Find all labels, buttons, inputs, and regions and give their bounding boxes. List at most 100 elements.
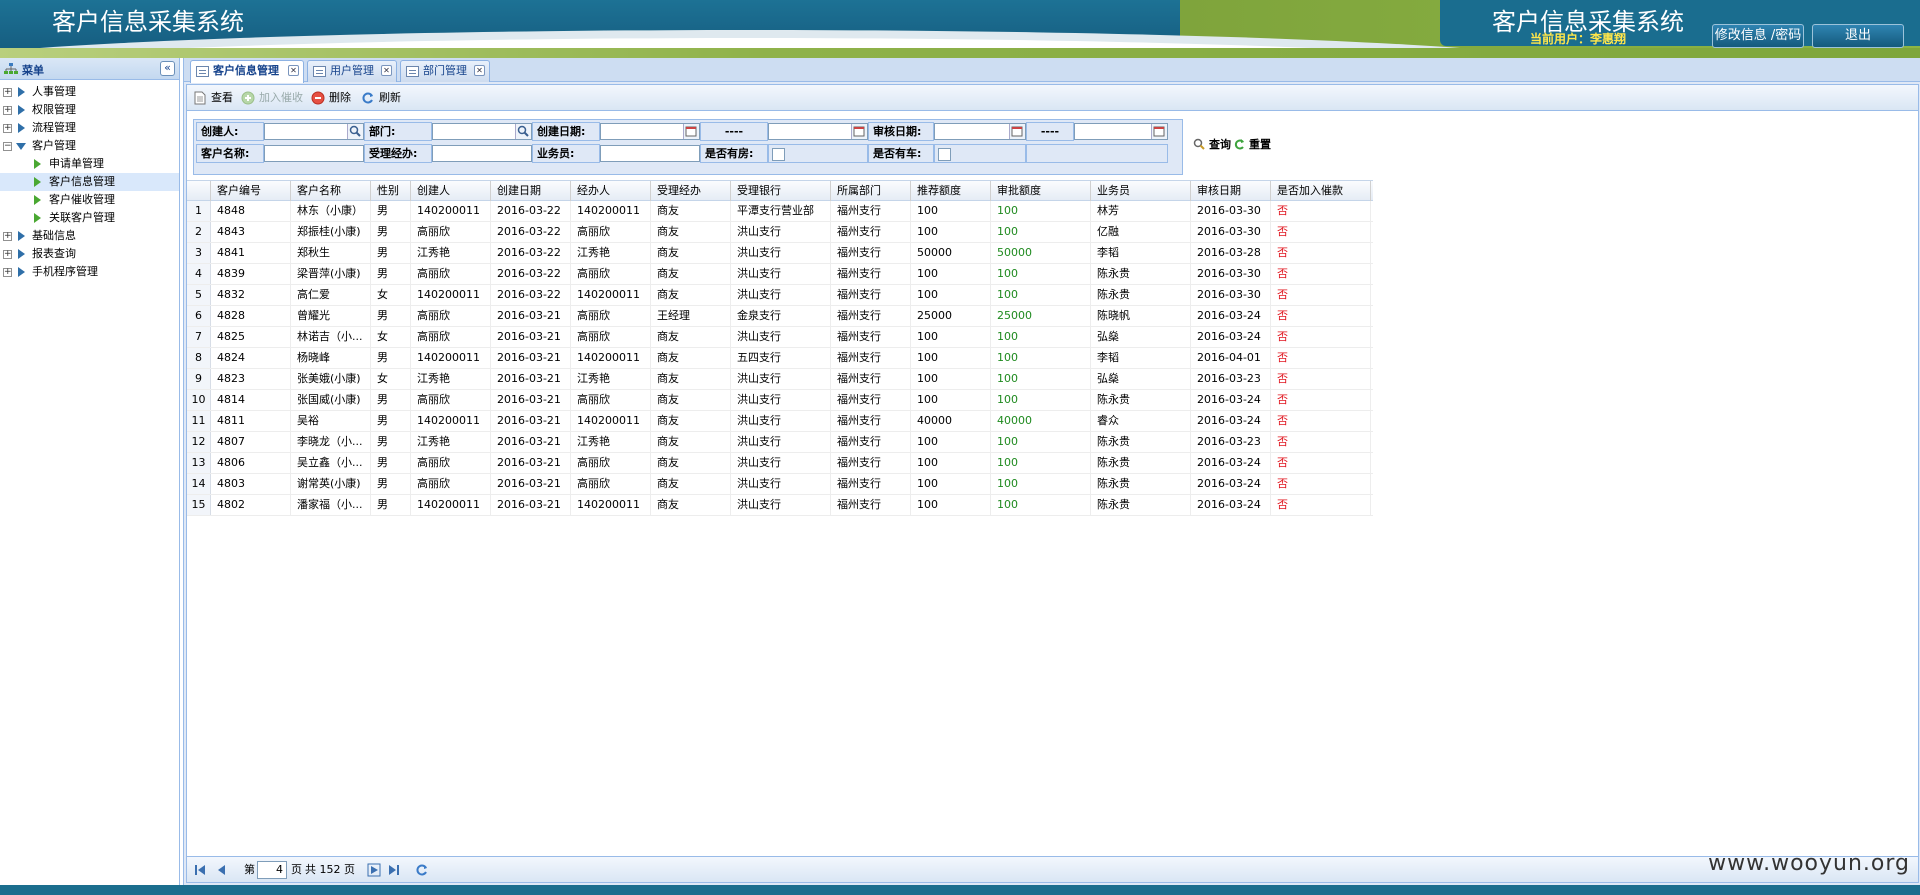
calendar-icon[interactable] bbox=[683, 124, 699, 139]
reset-button[interactable]: 重置 bbox=[1233, 138, 1271, 152]
close-icon[interactable]: ✕ bbox=[474, 65, 485, 76]
has-car-checkbox[interactable] bbox=[938, 148, 951, 161]
close-icon[interactable]: ✕ bbox=[288, 65, 299, 76]
column-header[interactable]: 是否加入催款 bbox=[1271, 181, 1371, 201]
column-header[interactable]: 业务员 bbox=[1091, 181, 1191, 201]
next-page-icon[interactable] bbox=[367, 863, 381, 877]
column-header[interactable]: 推荐额度 bbox=[911, 181, 991, 201]
add-collection-button[interactable]: 加入催收 bbox=[241, 90, 303, 106]
table-row[interactable]: 13 4806 吴立鑫（小... 男高丽欣 2016-03-21 高丽欣 商友 洪山支行 福州支… bbox=[187, 453, 1373, 474]
column-header[interactable]: 创建人 bbox=[411, 181, 491, 201]
expand-icon[interactable]: + bbox=[3, 268, 12, 277]
column-header[interactable]: 所属部门 bbox=[831, 181, 911, 201]
table-row[interactable]: 4 4839 梁晋萍(小康) 男高丽欣 2016-03-22 高丽欣 商友 洪山支行 福州支行 1… bbox=[187, 264, 1373, 285]
column-header[interactable]: 受理银行 bbox=[731, 181, 831, 201]
table-cell: 否 bbox=[1271, 201, 1371, 221]
modify-info-button[interactable]: 修改信息 /密码 bbox=[1712, 24, 1804, 48]
calendar-icon[interactable] bbox=[1009, 124, 1025, 139]
sidebar-item-process[interactable]: + 流程管理 bbox=[0, 119, 179, 137]
column-header[interactable]: 客户名称 bbox=[291, 181, 371, 201]
refresh-button[interactable]: 刷新 bbox=[361, 90, 401, 106]
expand-icon[interactable]: + bbox=[3, 232, 12, 241]
sidebar-item-collection[interactable]: 客户催收管理 bbox=[0, 191, 179, 209]
tab-department-management[interactable]: 部门管理 ✕ bbox=[400, 60, 490, 82]
sidebar-item-permission[interactable]: + 权限管理 bbox=[0, 101, 179, 119]
search-icon[interactable] bbox=[347, 124, 363, 139]
collapse-icon[interactable]: − bbox=[3, 142, 12, 151]
column-header[interactable]: 客户编号 bbox=[211, 181, 291, 201]
tab-user-management[interactable]: 用户管理 ✕ bbox=[307, 60, 397, 82]
table-row[interactable]: 14 4803 谢常英(小康) 男高丽欣 2016-03-21 高丽欣 商友 洪山支行 福州支行… bbox=[187, 474, 1373, 495]
sidebar-item-mobile[interactable]: + 手机程序管理 bbox=[0, 263, 179, 281]
sidebar-item-basic-info[interactable]: + 基础信息 bbox=[0, 227, 179, 245]
view-label: 查看 bbox=[211, 91, 233, 104]
table-row[interactable]: 7 4825 林诺吉（小... 女高丽欣 2016-03-21 高丽欣 商友 洪山支行 福州支行… bbox=[187, 327, 1373, 348]
table-cell: 高丽欣 bbox=[411, 306, 491, 326]
has-house-checkbox[interactable] bbox=[772, 148, 785, 161]
table-cell: 2016-03-30 bbox=[1191, 285, 1271, 305]
column-header[interactable]: 经办人 bbox=[571, 181, 651, 201]
collapse-sidebar-button[interactable]: « bbox=[160, 61, 175, 76]
creator-input[interactable] bbox=[264, 123, 364, 140]
create-date-to-input[interactable] bbox=[768, 123, 868, 140]
column-header[interactable]: 性别 bbox=[371, 181, 411, 201]
search-button[interactable]: 查询 bbox=[1193, 138, 1231, 152]
column-header[interactable]: 审批额度 bbox=[991, 181, 1091, 201]
handler-input[interactable] bbox=[432, 145, 532, 162]
sidebar-item-customer-info[interactable]: 客户信息管理 bbox=[0, 173, 179, 191]
column-header[interactable]: 审核日期 bbox=[1191, 181, 1271, 201]
table-row[interactable]: 1 4848 林东（小康）男 140200011 2016-03-22 140200011… bbox=[187, 201, 1373, 222]
calendar-icon[interactable] bbox=[851, 124, 867, 139]
creator-label: 创建人: bbox=[196, 122, 264, 141]
table-row[interactable]: 9 4823 张美娥(小康) 女江秀艳 2016-03-21 江秀艳 商友 洪山支行 福州支行 1… bbox=[187, 369, 1373, 390]
table-row[interactable]: 5 4832 高仁爱女 140200011 2016-03-22 140200011 商友洪… bbox=[187, 285, 1373, 306]
expand-icon[interactable]: + bbox=[3, 250, 12, 259]
tab-customer-info[interactable]: 客户信息管理 ✕ bbox=[190, 60, 304, 83]
first-page-icon[interactable] bbox=[193, 863, 207, 877]
calendar-icon[interactable] bbox=[1151, 124, 1167, 139]
review-date-from-input[interactable] bbox=[934, 123, 1026, 140]
close-icon[interactable]: ✕ bbox=[381, 65, 392, 76]
sidebar-item-hr[interactable]: + 人事管理 bbox=[0, 83, 179, 101]
table-cell: 50000 bbox=[911, 243, 991, 263]
table-cell: 陈永贵 bbox=[1091, 432, 1191, 452]
column-header[interactable]: 受理经办 bbox=[651, 181, 731, 201]
refresh-icon[interactable] bbox=[415, 863, 429, 877]
column-header[interactable]: 创建日期 bbox=[491, 181, 571, 201]
table-cell: 男 bbox=[371, 243, 411, 263]
table-cell: 2016-03-23 bbox=[1191, 369, 1271, 389]
search-icon[interactable] bbox=[515, 124, 531, 139]
previous-page-icon[interactable] bbox=[215, 863, 229, 877]
create-date-from-input[interactable] bbox=[600, 123, 700, 140]
sidebar-item-reports[interactable]: + 报表查询 bbox=[0, 245, 179, 263]
department-input[interactable] bbox=[432, 123, 532, 140]
table-cell: 2016-03-24 bbox=[1191, 327, 1271, 347]
delete-button[interactable]: 删除 bbox=[311, 90, 351, 106]
page-number-input[interactable]: 4 bbox=[257, 861, 287, 879]
table-cell: 张美娥(小康) bbox=[291, 369, 371, 389]
expand-icon[interactable]: + bbox=[3, 124, 12, 133]
sidebar-item-customer[interactable]: − 客户管理 bbox=[0, 137, 179, 155]
table-cell: 女 bbox=[371, 327, 411, 347]
table-cell: 100 bbox=[991, 285, 1091, 305]
expand-icon[interactable]: + bbox=[3, 106, 12, 115]
review-date-to-input[interactable] bbox=[1074, 123, 1168, 140]
table-cell: 商友 bbox=[651, 327, 731, 347]
table-row[interactable]: 6 4828 曾耀光男高丽欣 2016-03-21 高丽欣 王经理 金泉支行 福州支行 2500… bbox=[187, 306, 1373, 327]
logout-button[interactable]: 退出 bbox=[1812, 24, 1904, 48]
customer-name-input[interactable] bbox=[264, 145, 364, 162]
table-row[interactable]: 2 4843 郑振桂(小康) 男高丽欣 2016-03-22 高丽欣 商友 洪山支行 福州支行 1… bbox=[187, 222, 1373, 243]
expand-icon[interactable]: + bbox=[3, 88, 12, 97]
table-row[interactable]: 10 4814 张国威(小康) 男高丽欣 2016-03-21 高丽欣 商友 洪山支行 福州支行… bbox=[187, 390, 1373, 411]
salesman-input[interactable] bbox=[600, 145, 700, 162]
view-button[interactable]: 查看 bbox=[193, 90, 233, 106]
last-page-icon[interactable] bbox=[387, 863, 401, 877]
table-row[interactable]: 3 4841 郑秋生男江秀艳 2016-03-22 江秀艳 商友 洪山支行 福州支行 50000… bbox=[187, 243, 1373, 264]
table-row[interactable]: 15 4802 潘家福（小... 男 140200011 2016-03-21 140200… bbox=[187, 495, 1373, 516]
table-cell: 弘燊 bbox=[1091, 327, 1191, 347]
table-row[interactable]: 12 4807 李晓龙（小... 男江秀艳 2016-03-21 江秀艳 商友 洪山支行 福州支… bbox=[187, 432, 1373, 453]
table-row[interactable]: 8 4824 杨晓峰男 140200011 2016-03-21 140200011 商友五… bbox=[187, 348, 1373, 369]
table-row[interactable]: 11 4811 吴裕男 140200011 2016-03-21 140200011 商友洪… bbox=[187, 411, 1373, 432]
sidebar-item-application[interactable]: 申请单管理 bbox=[0, 155, 179, 173]
sidebar-item-related[interactable]: 关联客户管理 bbox=[0, 209, 179, 227]
